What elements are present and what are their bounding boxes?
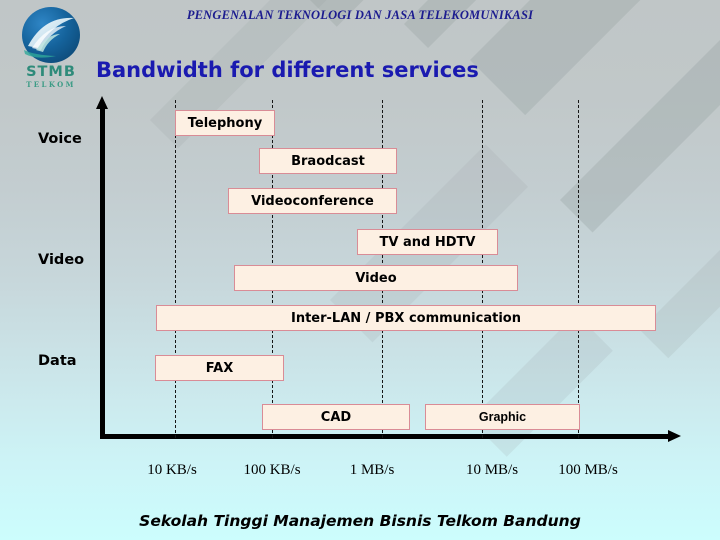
x-axis-tick-label: 1 MB/s bbox=[349, 462, 395, 478]
category-label-data: Data bbox=[38, 353, 77, 369]
bar-braodcast: Braodcast bbox=[259, 148, 397, 174]
x-axis-tick-label: 100 KB/s bbox=[243, 462, 301, 478]
bar-videoconference: Videoconference bbox=[228, 188, 397, 214]
category-label-video: Video bbox=[38, 252, 85, 268]
bar-fax: FAX bbox=[155, 355, 284, 381]
bar-graphic: Graphic bbox=[425, 404, 580, 430]
gridline bbox=[578, 100, 579, 438]
x-axis-tick-label: 100 MB/s bbox=[558, 462, 618, 478]
gridline bbox=[175, 100, 176, 438]
bar-cad: CAD bbox=[262, 404, 410, 430]
footer-text: Sekolah Tinggi Manajemen Bisnis Telkom B… bbox=[139, 512, 581, 530]
x-axis-line bbox=[100, 434, 670, 439]
bandwidth-chart: Voice Video Data Telephony Braodcast Videoco… bbox=[0, 0, 720, 540]
x-axis-tick-label: 10 MB/s bbox=[465, 462, 519, 478]
category-label-voice: Voice bbox=[38, 131, 82, 147]
bar-tv-and-hdtv: TV and HDTV bbox=[357, 229, 498, 255]
x-axis-tick-label: 10 KB/s bbox=[147, 462, 197, 478]
x-axis-arrowhead bbox=[668, 430, 681, 442]
slide-canvas: STMB TELKOM PENGENALAN TEKNOLOGI DAN JAS… bbox=[0, 0, 720, 540]
bar-inter-lan-pbx-communication: Inter-LAN / PBX communication bbox=[156, 305, 656, 331]
bar-telephony: Telephony bbox=[175, 110, 275, 136]
y-axis-line bbox=[100, 106, 105, 438]
bar-video: Video bbox=[234, 265, 518, 291]
